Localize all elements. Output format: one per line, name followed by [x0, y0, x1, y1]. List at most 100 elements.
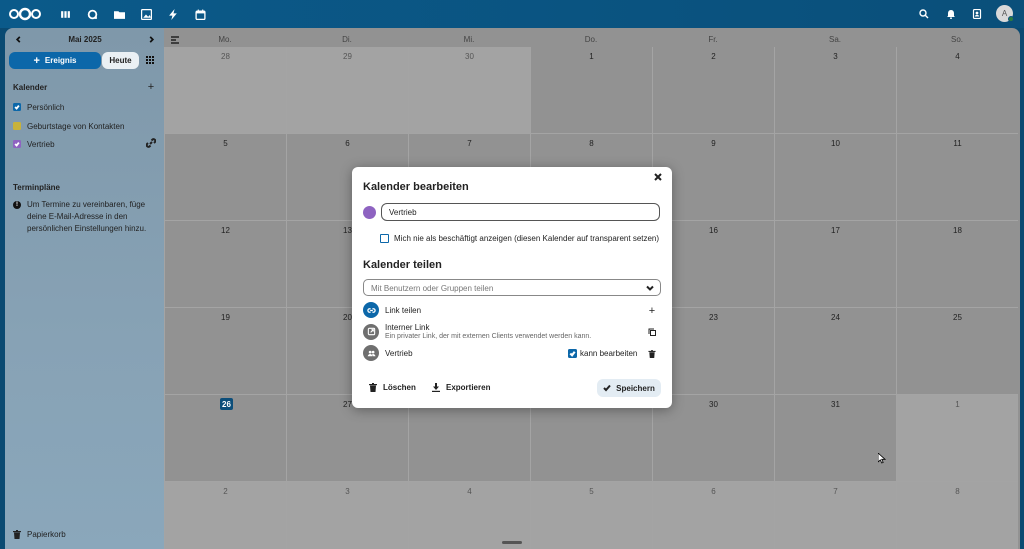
check-icon [603, 384, 611, 392]
can-edit-label: kann bearbeiten [580, 349, 638, 358]
save-label: Speichern [616, 383, 655, 393]
day-number: 2 [223, 487, 228, 496]
search-app-icon[interactable] [85, 7, 99, 21]
export-calendar-button[interactable]: Exportieren [432, 379, 490, 396]
calendar-item-geburtstage[interactable]: Geburtstage von Kontakten [13, 120, 124, 132]
day-cell[interactable]: 18 [896, 221, 1018, 308]
day-number: 19 [221, 313, 230, 322]
scrollbar-handle[interactable] [502, 541, 522, 544]
checkbox-checked-icon[interactable] [13, 103, 21, 111]
day-cell[interactable]: 8 [896, 482, 1018, 549]
day-cell[interactable]: 4 [896, 47, 1018, 134]
activity-icon[interactable] [166, 7, 180, 21]
today-button[interactable]: Heute [102, 52, 139, 69]
trash-bin-item[interactable]: Papierkorb [13, 530, 66, 539]
day-cell[interactable]: 7 [774, 482, 896, 549]
day-cell[interactable]: 24 [774, 308, 896, 395]
day-cell[interactable]: 10 [774, 134, 896, 221]
save-button[interactable]: Speichern [597, 379, 661, 397]
trash-icon [369, 383, 377, 392]
external-link-icon [363, 323, 379, 340]
add-share-link-icon[interactable]: + [647, 305, 657, 317]
group-icon [363, 345, 379, 361]
chevron-right-icon[interactable] [145, 33, 157, 45]
link-icon[interactable] [145, 138, 157, 148]
delete-share-icon[interactable] [647, 349, 657, 359]
weekday-label: Di. [342, 35, 352, 44]
day-cell[interactable]: 1 [896, 395, 1018, 482]
edit-calendar-dialog: Kalender bearbeiten Mich nie als beschäf… [352, 167, 672, 408]
can-edit-option[interactable]: kann bearbeiten [568, 349, 637, 358]
add-calendar-icon[interactable]: + [146, 82, 156, 93]
calendar-name-input[interactable] [381, 203, 660, 221]
calendar-color-picker[interactable] [363, 206, 376, 219]
export-label: Exportieren [446, 383, 491, 392]
day-cell[interactable]: 31 [774, 395, 896, 482]
day-cell[interactable]: 17 [774, 221, 896, 308]
day-cell[interactable]: 29 [530, 395, 652, 482]
chevron-left-icon[interactable] [12, 33, 24, 45]
new-event-label: Ereignis [44, 56, 77, 65]
day-cell[interactable]: 3 [286, 482, 408, 549]
day-cell[interactable]: 6 [652, 482, 774, 549]
files-icon[interactable] [112, 7, 126, 21]
day-cell[interactable]: 30 [408, 47, 530, 134]
checkbox-checked-icon[interactable] [568, 349, 577, 358]
day-cell[interactable]: 2 [652, 47, 774, 134]
notifications-icon[interactable] [944, 7, 958, 21]
trash-label: Papierkorb [27, 530, 66, 539]
trash-icon [13, 530, 21, 539]
calendar-item-label: Vertrieb [27, 139, 55, 149]
day-cell[interactable]: 2 [164, 482, 286, 549]
day-cell[interactable]: 4 [408, 482, 530, 549]
day-cell[interactable]: 28 [408, 395, 530, 482]
weekday-label: Sa. [828, 35, 841, 44]
day-cell[interactable]: 1 [530, 47, 652, 134]
month-label[interactable]: Mai 2025 [45, 35, 125, 44]
close-icon[interactable] [654, 173, 666, 185]
day-cell[interactable]: 26 [164, 395, 286, 482]
share-search-select[interactable]: Mit Benutzern oder Gruppen teilen [363, 279, 661, 296]
contacts-icon[interactable] [970, 7, 984, 21]
photos-icon[interactable] [139, 7, 153, 21]
dashboard-icon[interactable] [58, 7, 72, 21]
download-icon [432, 383, 440, 392]
checkbox-unchecked-icon[interactable] [13, 122, 21, 130]
day-number: 6 [345, 139, 350, 148]
day-cell[interactable]: 30 [652, 395, 774, 482]
copy-icon[interactable] [647, 327, 657, 337]
new-event-button[interactable]: + Ereignis [9, 52, 101, 69]
dialog-title: Kalender bearbeiten [363, 181, 469, 193]
day-cell[interactable]: 3 [774, 47, 896, 134]
calendar-item-persoenlich[interactable]: Persönlich [13, 101, 64, 113]
weekday-label: Mi. [463, 35, 475, 44]
day-number: 7 [467, 139, 472, 148]
day-number: 12 [221, 226, 230, 235]
transparent-checkbox[interactable] [380, 234, 389, 243]
transparent-option[interactable]: Mich nie als beschäftigt anzeigen (diese… [380, 234, 659, 243]
delete-calendar-button[interactable]: Löschen [369, 379, 416, 396]
checkbox-checked-icon[interactable] [13, 140, 21, 148]
day-cell[interactable]: 5 [164, 134, 286, 221]
day-cell[interactable]: 11 [896, 134, 1018, 221]
day-cell[interactable]: 19 [164, 308, 286, 395]
day-cell[interactable]: 25 [896, 308, 1018, 395]
status-dot [1008, 16, 1014, 22]
calendar-icon[interactable] [193, 7, 207, 21]
day-number: 4 [955, 52, 960, 61]
day-cell[interactable]: 5 [530, 482, 652, 549]
shared-group-name: Vertrieb [385, 348, 413, 358]
day-cell[interactable]: 12 [164, 221, 286, 308]
day-cell[interactable]: 27 [286, 395, 408, 482]
calendar-item-label: Persönlich [27, 102, 65, 112]
delete-label: Löschen [383, 383, 416, 392]
weekday-label: So. [950, 35, 963, 44]
sidebar: Mai 2025 + Ereignis Heute Kalender + Per… [5, 28, 164, 549]
search-icon[interactable] [917, 7, 931, 21]
day-cell[interactable]: 28 [164, 47, 286, 134]
day-number: 24 [831, 313, 840, 322]
calendar-item-vertrieb[interactable]: Vertrieb [13, 138, 55, 150]
view-grid-icon[interactable] [144, 54, 156, 66]
day-cell[interactable]: 29 [286, 47, 408, 134]
nextcloud-logo-icon[interactable] [8, 7, 42, 21]
